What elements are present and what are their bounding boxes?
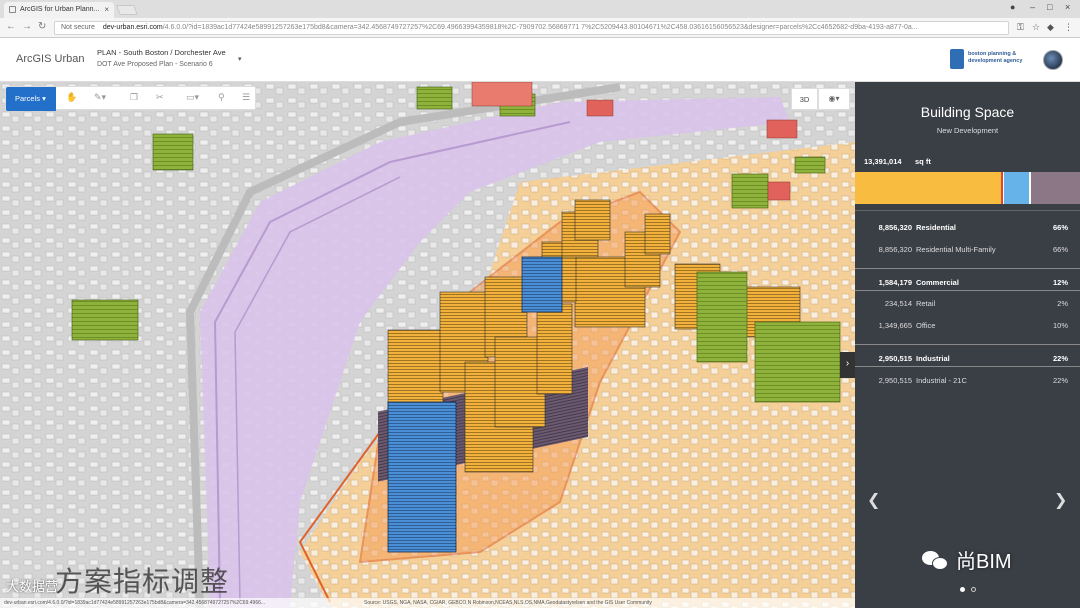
collapse-panel-chevron-icon[interactable]: › [840,352,855,378]
row-pct: 22% [1052,376,1068,385]
cut-icon[interactable]: ✂ [156,92,164,103]
plan-dropdown-icon[interactable]: ▾ [238,55,242,63]
row-name: Residential Multi-Family [916,245,996,254]
comment-icon[interactable]: ▭▾ [186,92,199,103]
row-pct: 10% [1052,321,1068,330]
space-stacked-bar[interactable] [855,172,1080,204]
page-dots [959,579,977,597]
row-pct: 12% [1052,278,1068,287]
maximize-icon[interactable]: □ [1047,2,1052,12]
tab-title: ArcGIS for Urban Plann... [20,6,100,13]
bar-segment-industrial[interactable] [1030,172,1080,204]
page-favicon-icon [9,6,16,13]
row-value: 8,856,320 [878,223,912,232]
view-3d-toggle[interactable]: 3D [791,88,818,110]
building-space-panel: Building Space New Development 13,391,01… [855,82,1080,608]
map-toolbar: Parcels ▾ ✋ ✎▾ ❐ ✂ ▭▾ ⚲ ☰ [5,86,256,111]
row-pct: 2% [1057,299,1068,308]
row-divider [855,290,1080,291]
browser-tab[interactable]: ArcGIS for Urban Plann... × [4,2,114,18]
row-name: Industrial [916,354,950,363]
row-value: 2,950,515 [878,376,912,385]
row-name: Office [916,321,936,330]
menu-icon[interactable]: ⋮ [1064,22,1073,33]
panel-title: Building Space [920,104,1015,120]
row-value: 1,584,179 [878,278,912,287]
edit-tool-icon[interactable]: ✎▾ [94,92,106,103]
status-url: dev-urban.esri.com/4.6.0.0/?id=1839ac1d7… [0,598,360,608]
row-divider [855,268,1080,269]
profile-icon[interactable]: ● [1010,2,1015,12]
watermark-right-text: 尚BIM [956,551,1012,573]
extension-icon[interactable]: ◆ [1047,22,1054,33]
row-divider [855,344,1080,345]
video-caption: 方案指标调整 [55,565,230,598]
row-name: Retail [916,299,936,308]
page-dot-active[interactable] [960,587,965,592]
total-area-unit: sq ft [915,157,931,166]
row-pct: 66% [1052,223,1068,232]
app-header: ArcGIS Urban PLAN - South Boston / Dorch… [0,38,1080,82]
key-icon[interactable]: ⚿ [1017,22,1024,33]
reload-icon[interactable]: ↻ [38,21,46,32]
row-value: 1,349,665 [878,321,912,330]
total-area-value: 13,391,014 [864,157,902,166]
close-window-icon[interactable]: × [1065,2,1070,12]
copy-icon[interactable]: ❐ [130,92,138,103]
back-icon[interactable]: ← [6,21,16,32]
close-tab-icon[interactable]: × [104,5,109,14]
map-attribution: Source: USGS, NGA, NASA, CGIAR, GEBCO,N … [360,598,855,608]
pan-hand-icon[interactable]: ✋ [66,92,77,103]
plan-title[interactable]: PLAN - South Boston / Dorchester Ave [97,48,226,57]
map-scene-view[interactable] [0,82,855,608]
row-value: 2,950,515 [878,354,912,363]
next-arrow-icon[interactable]: ❯ [1054,490,1067,510]
panel-subtitle: New Development [936,126,999,135]
city-3d-scene [0,82,855,608]
row-pct: 66% [1052,245,1068,254]
row-name: Industrial - 21C [916,376,967,385]
agency-name: boston planning & development agency [968,51,1023,64]
agency-logo-icon [950,49,964,69]
location-icon[interactable]: ⚲ [218,92,225,103]
user-avatar[interactable] [1043,50,1063,70]
watermark-right: 尚BIM [922,545,1012,574]
forward-icon[interactable]: → [22,21,32,32]
star-icon[interactable]: ☆ [1032,22,1040,33]
browser-tab-bar: ArcGIS for Urban Plann... × ● – □ × [0,0,1080,18]
watermark-left: 大数据营 [6,579,59,594]
url-field[interactable]: Not secure dev-urban.esri.com/4.6.0.0/?i… [54,21,1009,35]
row-value: 8,856,320 [878,245,912,254]
address-bar: ← → ↻ Not secure dev-urban.esri.com/4.6.… [0,18,1080,38]
bar-bottom-divider [855,210,1080,211]
bar-segment-marker [1000,172,1003,204]
security-indicator[interactable]: Not secure [61,24,95,31]
parcels-dropdown-button[interactable]: Parcels ▾ [6,87,56,111]
url-path: /4.6.0.0/?id=1839ac1d77424e58991257263e1… [162,24,918,31]
row-name: Commercial [916,278,959,287]
row-name: Residential [916,223,957,232]
list-icon[interactable]: ☰ [242,92,250,103]
plan-scenario[interactable]: DOT Ave Proposed Plan - Scenario 6 [97,61,213,68]
bar-segment-residential[interactable] [855,172,1002,204]
previous-arrow-icon[interactable]: ❮ [867,490,880,510]
minimize-icon[interactable]: – [1030,2,1035,12]
app-brand[interactable]: ArcGIS Urban [16,53,84,65]
row-pct: 22% [1052,354,1068,363]
row-divider [855,366,1080,367]
wechat-logo-icon [922,549,950,571]
new-tab-button[interactable] [116,5,138,15]
row-value: 234,514 [884,299,912,308]
layers-dropdown-icon[interactable]: ◉▾ [818,88,850,110]
bar-segment-commercial[interactable] [1003,172,1029,204]
url-host: dev-urban.esri.com [102,24,163,31]
page-dot[interactable] [971,587,977,592]
